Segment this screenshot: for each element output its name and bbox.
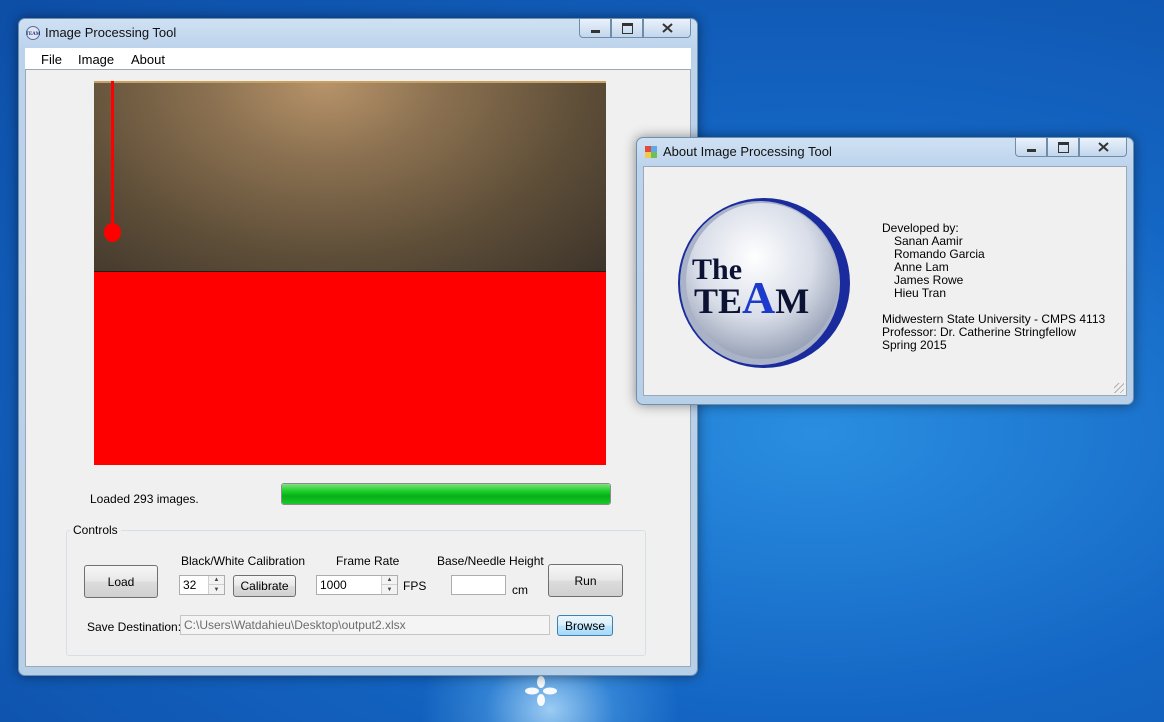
browse-button[interactable]: Browse xyxy=(557,615,613,636)
spinner-down-arrow-icon[interactable]: ▼ xyxy=(209,585,224,594)
frame-rate-label: Frame Rate xyxy=(336,554,400,568)
about-window: About Image Processing Tool The TEAM Dev… xyxy=(636,137,1134,405)
save-destination-label: Save Destination: xyxy=(87,620,182,634)
maximize-button[interactable] xyxy=(1047,138,1079,157)
close-icon xyxy=(1097,142,1109,152)
main-window-title: Image Processing Tool xyxy=(45,25,177,40)
calibrate-button[interactable]: Calibrate xyxy=(233,575,296,597)
maximize-icon xyxy=(1057,141,1069,153)
close-icon xyxy=(661,23,673,33)
about-window-icon xyxy=(645,146,657,158)
spinner-up-arrow-icon[interactable]: ▲ xyxy=(209,576,224,585)
windows-logo-icon xyxy=(525,676,557,706)
close-button[interactable] xyxy=(1079,138,1127,157)
menu-image[interactable]: Image xyxy=(78,52,114,67)
calibration-label: Black/White Calibration xyxy=(181,554,306,568)
about-client-area: The TEAM Developed by: Sanan Aamir Roman… xyxy=(643,166,1127,396)
about-window-title: About Image Processing Tool xyxy=(663,144,832,159)
minimize-icon xyxy=(590,29,600,33)
status-label: Loaded 293 images. xyxy=(90,492,199,506)
main-window: TEAM Image Processing Tool File Image Ab… xyxy=(18,18,698,676)
image-photo-region xyxy=(94,81,606,272)
frame-rate-value: 1000 xyxy=(320,578,347,592)
controls-group-title: Controls xyxy=(70,523,121,537)
maximize-icon xyxy=(621,22,633,34)
credits-block: Developed by: Sanan Aamir Romando Garcia… xyxy=(882,222,1105,352)
run-button[interactable]: Run xyxy=(548,564,623,597)
term-label: Spring 2015 xyxy=(882,338,947,352)
app-icon: TEAM xyxy=(26,26,40,40)
menu-about[interactable]: About xyxy=(131,52,165,67)
spinner-up-arrow-icon[interactable]: ▲ xyxy=(382,576,397,585)
height-label: Base/Needle Height xyxy=(437,554,544,568)
main-titlebar[interactable]: TEAM Image Processing Tool xyxy=(19,19,697,49)
maximize-button[interactable] xyxy=(611,19,643,38)
spinner-down-arrow-icon[interactable]: ▼ xyxy=(382,585,397,594)
about-titlebar[interactable]: About Image Processing Tool xyxy=(637,138,1133,168)
needle-tip-marker xyxy=(104,223,121,242)
minimize-icon xyxy=(1026,148,1036,152)
menu-bar: File Image About xyxy=(25,48,691,69)
main-client-area: Loaded 293 images. Controls Load Black/W… xyxy=(25,69,691,667)
minimize-button[interactable] xyxy=(1015,138,1047,157)
calibration-spinner[interactable]: 32 ▲ ▼ xyxy=(179,575,225,595)
close-button[interactable] xyxy=(643,19,691,38)
progress-bar xyxy=(281,483,611,505)
height-input[interactable] xyxy=(451,575,506,595)
needle-marker xyxy=(111,81,114,229)
image-preview xyxy=(94,81,606,465)
load-button[interactable]: Load xyxy=(84,565,158,598)
progress-fill xyxy=(282,484,610,504)
developer-name: Hieu Tran xyxy=(894,286,947,300)
cm-unit-label: cm xyxy=(512,583,528,597)
fps-unit-label: FPS xyxy=(403,579,427,593)
frame-rate-spinner[interactable]: 1000 ▲ ▼ xyxy=(316,575,398,595)
svg-text:TEAM: TEAM xyxy=(26,32,40,37)
menu-file[interactable]: File xyxy=(41,52,62,67)
calibration-value: 32 xyxy=(183,578,197,592)
team-logo: The TEAM xyxy=(672,195,852,371)
minimize-button[interactable] xyxy=(579,19,611,38)
save-path-field[interactable]: C:\Users\Watdahieu\Desktop\output2.xlsx xyxy=(180,615,550,635)
image-top-edge xyxy=(94,81,606,83)
resize-grip[interactable] xyxy=(1114,383,1124,393)
